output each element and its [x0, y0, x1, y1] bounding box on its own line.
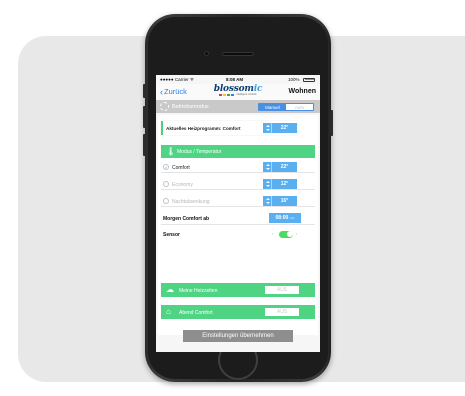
comfort-temperature-stepper[interactable]: 22° [263, 162, 297, 172]
stepper-arrows-icon[interactable] [263, 179, 272, 189]
stepper-arrows-icon[interactable] [263, 123, 272, 133]
night-temperature-stepper[interactable]: 16° [263, 196, 297, 206]
volume-up-button [143, 106, 146, 128]
program-temperature-value: 22° [280, 125, 289, 131]
option-comfort-label: Comfort [172, 164, 190, 171]
navigation-bar: ‹ Zurück blossomic intelligent controls … [156, 84, 320, 100]
option-night-setback-label: Nachtabsenkung [172, 198, 210, 205]
checkmark-icon[interactable]: ✓ [163, 164, 169, 170]
power-button [330, 110, 333, 136]
toggle-left-chevron-icon: ‹ [272, 231, 274, 236]
heating-times-state[interactable]: AUS [265, 286, 299, 294]
heating-times-bar[interactable]: ☁︎ Meine Heizzeiten AUS [161, 283, 315, 297]
status-bar: ●●●●● Carrier ᯤ 8:08 AM 100% [156, 75, 320, 84]
operating-mode-bar: Betriebsmodus Manuel Auto [156, 100, 320, 113]
blossomic-logo: blossomic intelligent controls [213, 84, 263, 96]
economy-temperature-stepper[interactable]: 12° [263, 179, 297, 189]
evening-comfort-label: Abend Comfort [179, 309, 213, 316]
morning-comfort-label: Morgen Comfort ab [163, 215, 210, 222]
radio-icon[interactable] [163, 198, 169, 204]
back-label: Zurück [164, 87, 187, 96]
apply-settings-button[interactable]: Einstellungen übernehmen [183, 330, 293, 342]
night-temperature-value: 16° [280, 198, 289, 204]
mode-segmented-control: Manuel Auto [258, 102, 314, 111]
speaker-grille [222, 52, 254, 56]
program-temperature-stepper[interactable]: 22° [263, 123, 297, 133]
phone-device: ●●●●● Carrier ᯤ 8:08 AM 100% ‹ Zurück bl… [143, 14, 333, 382]
cloud-icon: ☁︎ [166, 285, 174, 294]
radio-icon[interactable] [163, 181, 169, 187]
mode-temperature-header: 🌡︎ Modus / Temperatur [161, 145, 315, 158]
camera-icon [204, 51, 209, 56]
comfort-temperature-value: 22° [280, 164, 289, 170]
operating-mode-label: Betriebsmodus [172, 103, 209, 110]
battery-icon [303, 77, 315, 82]
mode-temperature-title: Modus / Temperatur [177, 149, 222, 155]
app-screen: ●●●●● Carrier ᯤ 8:08 AM 100% ‹ Zurück bl… [156, 75, 320, 352]
heating-times-label: Meine Heizzeiten [179, 287, 218, 294]
sensor-toggle[interactable] [279, 230, 293, 238]
segment-auto[interactable]: Auto [286, 103, 313, 110]
stepper-arrows-icon[interactable] [263, 162, 272, 172]
back-button[interactable]: ‹ Zurück [160, 87, 187, 96]
option-economy-label: Economy [172, 181, 193, 188]
sensor-label: Sensor [163, 231, 180, 238]
mute-switch [143, 84, 146, 98]
page-title: Wohnen [288, 88, 316, 95]
evening-comfort-state[interactable]: AUS [265, 308, 299, 316]
current-program-label: Aktuelles Heizprogramm: Comfort [166, 125, 241, 131]
gear-icon [160, 102, 169, 111]
chevron-left-icon: ‹ [160, 86, 163, 97]
segment-manual[interactable]: Manuel [259, 103, 286, 110]
settings-panel: Aktuelles Heizprogramm: Comfort 22° 🌡︎ M… [158, 115, 318, 335]
stepper-arrows-icon[interactable] [263, 196, 272, 206]
clock: 8:08 AM [226, 77, 244, 82]
house-icon: ⌂ [166, 307, 171, 316]
morning-comfort-row: Morgen Comfort ab 08:00 Uhr [161, 211, 315, 225]
economy-temperature-value: 12° [280, 181, 289, 187]
toggle-right-chevron-icon: › [296, 231, 298, 236]
battery-percent: 100% [288, 77, 300, 82]
thermometer-icon: 🌡︎ [166, 147, 177, 156]
volume-down-button [143, 134, 146, 156]
sensor-row: Sensor ‹ › [161, 227, 315, 241]
carrier-label: ●●●●● Carrier ᯤ [160, 77, 194, 82]
evening-comfort-bar[interactable]: ⌂ Abend Comfort AUS [161, 305, 315, 319]
morning-time-field[interactable]: 08:00 Uhr [269, 213, 301, 223]
